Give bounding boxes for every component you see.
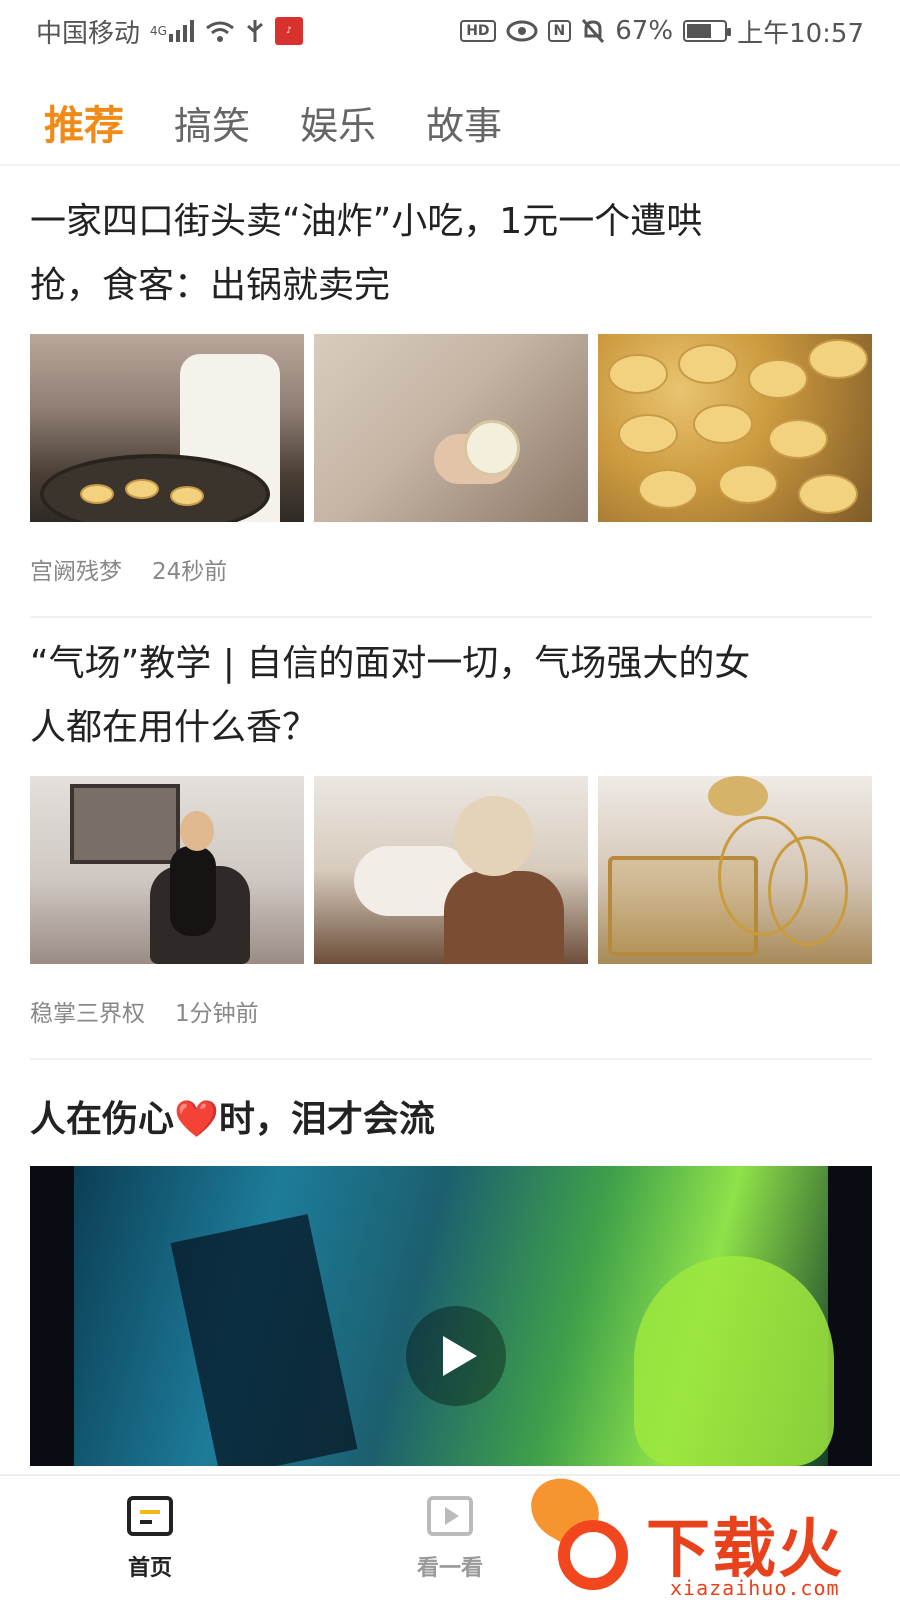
fritter (718, 464, 778, 504)
image-row (30, 334, 872, 522)
video-hand (634, 1256, 834, 1466)
tab-funny[interactable]: 搞笑 (174, 95, 250, 150)
jacket-shape (444, 871, 564, 964)
tab-story[interactable]: 故事 (426, 95, 502, 150)
status-bar: 中国移动 4G ♪ HD N 67% 上午10:57 (0, 0, 900, 62)
article-thumbnail[interactable] (598, 334, 872, 522)
fritter (608, 354, 668, 394)
watermark-url: xiazaihuo.com (670, 1576, 840, 1600)
article-card[interactable]: “气场”教学 | 自信的面对一切，气场强大的女 人都在用什么香？ 稳掌三界权 1… (30, 618, 872, 1060)
video-play-icon (427, 1496, 473, 1536)
fritter (170, 486, 204, 506)
nav-watch[interactable]: 看一看 (380, 1496, 520, 1582)
fritter (678, 344, 738, 384)
fritter (618, 414, 678, 454)
news-feed: 一家四口街头卖“油炸”小吃，1元一个遭哄 抢，食客：出锅就卖完 宫阙残梦 24秒… (30, 176, 872, 1466)
publish-time: 24秒前 (152, 559, 228, 585)
woman-head (454, 796, 534, 876)
fritter (798, 474, 858, 514)
woman-head (180, 811, 214, 851)
article-thumbnail[interactable] (598, 776, 872, 964)
fritter (80, 484, 114, 504)
status-right: HD N 67% 上午10:57 (460, 13, 864, 50)
article-thumbnail[interactable] (314, 334, 588, 522)
hd-icon: HD (460, 20, 496, 42)
tab-recommend[interactable]: 推荐 (44, 93, 124, 151)
author-name[interactable]: 稳掌三界权 (30, 994, 145, 1028)
article-meta: 稳掌三界权 1分钟前 (30, 964, 872, 1058)
wifi-icon (205, 20, 235, 42)
battery-percent: 67% (615, 16, 674, 46)
fritter (748, 359, 808, 399)
tab-entertainment[interactable]: 娱乐 (300, 95, 376, 150)
publish-time: 1分钟前 (175, 1001, 259, 1027)
nav-home-label: 首页 (127, 1556, 172, 1581)
signal-icon: 4G (150, 20, 195, 42)
fritter (125, 479, 159, 499)
video-player[interactable] (30, 1166, 872, 1466)
fritter (638, 469, 698, 509)
article-thumbnail[interactable] (30, 776, 304, 964)
video-title[interactable]: 人在伤心❤️时，泪才会流 (30, 1088, 872, 1152)
video-shadow (170, 1214, 358, 1466)
wall-portrait (70, 784, 180, 864)
play-icon (443, 1336, 477, 1376)
heart-icon: ❤️ (174, 1099, 219, 1140)
article-title[interactable]: 一家四口街头卖“油炸”小吃，1元一个遭哄 抢，食客：出锅就卖完 (30, 190, 872, 318)
home-icon (127, 1496, 173, 1536)
watermark-logo: 下载火 xiazaihuo.com (519, 1466, 900, 1600)
article-thumbnail[interactable] (314, 776, 588, 964)
download-circle-icon (558, 1520, 628, 1590)
dough-ball (464, 420, 520, 476)
category-tabs: 推荐 搞笑 娱乐 故事 (0, 80, 900, 166)
fritter (693, 404, 753, 444)
nav-home[interactable]: 首页 (80, 1496, 220, 1582)
carrier-label: 中国移动 (36, 18, 141, 49)
battery-icon (683, 20, 732, 42)
woman-figure (170, 846, 216, 936)
perfume-cap (708, 776, 768, 816)
article-meta: 宫阙残梦 24秒前 (30, 522, 872, 616)
fritter (768, 419, 828, 459)
fritter (808, 339, 868, 379)
author-name[interactable]: 宫阙残梦 (30, 552, 122, 586)
article-card[interactable]: 一家四口街头卖“油炸”小吃，1元一个遭哄 抢，食客：出锅就卖完 宫阙残梦 24秒… (30, 176, 872, 618)
status-left: 中国移动 4G ♪ (36, 13, 303, 50)
image-row (30, 776, 872, 964)
article-title[interactable]: “气场”教学 | 自信的面对一切，气场强大的女 人都在用什么香？ (30, 632, 872, 760)
eye-icon (506, 20, 538, 42)
article-thumbnail[interactable] (30, 334, 304, 522)
usb-icon (245, 18, 265, 44)
necklace-shape (768, 836, 848, 946)
battery-fill (687, 24, 712, 38)
nav-watch-label: 看一看 (416, 1556, 483, 1581)
video-card[interactable]: 人在伤心❤️时，泪才会流 (30, 1060, 872, 1466)
mute-bell-icon (581, 18, 605, 44)
nfc-icon: N (547, 20, 572, 42)
play-button[interactable] (406, 1306, 506, 1406)
clock: 上午10:57 (737, 18, 864, 49)
app-notification-icon: ♪ (274, 17, 303, 45)
